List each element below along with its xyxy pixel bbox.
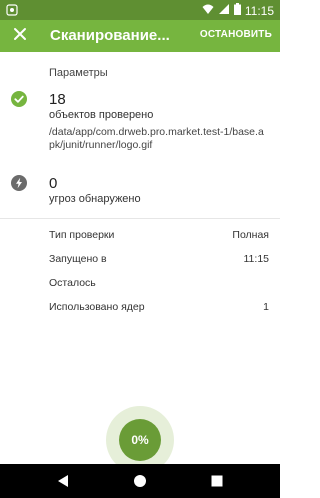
info-key: Запущено в: [49, 253, 107, 265]
close-icon: [13, 27, 27, 46]
info-row-remaining: Осталось: [49, 277, 269, 291]
status-bar: 11:15: [0, 0, 280, 20]
recents-icon[interactable]: [210, 474, 224, 488]
progress-label: 0%: [131, 433, 149, 447]
threats-label: угроз обнаружено: [49, 193, 141, 205]
info-key: Осталось: [49, 277, 96, 289]
app-bar: Сканирование... ОСТАНОВИТЬ: [0, 20, 280, 52]
divider: [0, 218, 280, 219]
info-key: Тип проверки: [49, 229, 115, 241]
stop-button[interactable]: ОСТАНОВИТЬ: [200, 29, 272, 40]
lightning-icon: [11, 175, 27, 191]
back-icon[interactable]: [56, 474, 70, 488]
info-row-cores-used: Использовано ядер 1: [49, 301, 269, 315]
info-value: 1: [263, 301, 269, 313]
info-value: Полная: [232, 229, 269, 241]
navigation-bar: [0, 464, 280, 498]
check-circle-icon: [11, 91, 27, 107]
battery-icon: [233, 3, 241, 18]
wifi-icon: [202, 3, 214, 18]
signal-icon: [218, 3, 230, 18]
status-time: 11:15: [244, 3, 274, 18]
info-row-started-at: Запущено в 11:15: [49, 253, 269, 267]
home-icon[interactable]: [133, 474, 147, 488]
page-title: Сканирование...: [50, 27, 170, 44]
info-row-scan-type: Тип проверки Полная: [49, 229, 269, 243]
info-key: Использовано ядер: [49, 301, 145, 313]
checked-count: 18: [49, 91, 66, 108]
current-file-path: /data/app/com.drweb.pro.market.test-1/ba…: [49, 126, 264, 151]
close-button[interactable]: [8, 24, 32, 48]
section-label-params: Параметры: [49, 67, 108, 79]
progress-indicator[interactable]: 0%: [119, 419, 161, 461]
info-value: 11:15: [243, 253, 270, 265]
checked-label: объектов проверено: [49, 109, 154, 121]
threats-count: 0: [49, 175, 58, 192]
drweb-notification-icon: [6, 4, 18, 16]
